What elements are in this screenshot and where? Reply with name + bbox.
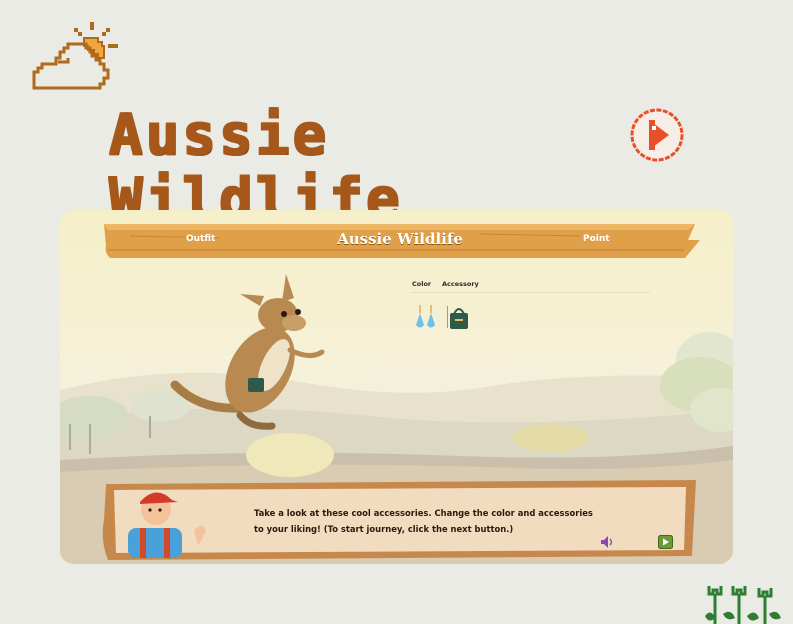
tab-accessory[interactable]: Accessory bbox=[442, 280, 479, 288]
tab-color[interactable]: Color bbox=[412, 280, 431, 288]
game-title: Aussie Wildlife bbox=[337, 230, 463, 248]
speaker-icon[interactable] bbox=[600, 535, 614, 549]
play-audio-icon[interactable] bbox=[628, 106, 686, 164]
game-screen: Outfit Aussie Wildlife Point Color Acces… bbox=[60, 210, 733, 564]
item-divider bbox=[447, 306, 448, 328]
next-play-icon[interactable] bbox=[658, 535, 673, 549]
page-title: Aussie Wildlife bbox=[108, 102, 402, 231]
tulip-icon bbox=[705, 586, 781, 624]
dialog-text: Take a look at these cool accessories. C… bbox=[254, 508, 593, 534]
handbag-icon[interactable] bbox=[449, 304, 469, 330]
tab-outfit[interactable]: Outfit bbox=[186, 234, 215, 244]
earrings-icon[interactable] bbox=[414, 304, 438, 330]
panel-divider bbox=[410, 292, 650, 293]
tab-point[interactable]: Point bbox=[583, 234, 610, 244]
cloud-sun-icon bbox=[32, 22, 118, 90]
